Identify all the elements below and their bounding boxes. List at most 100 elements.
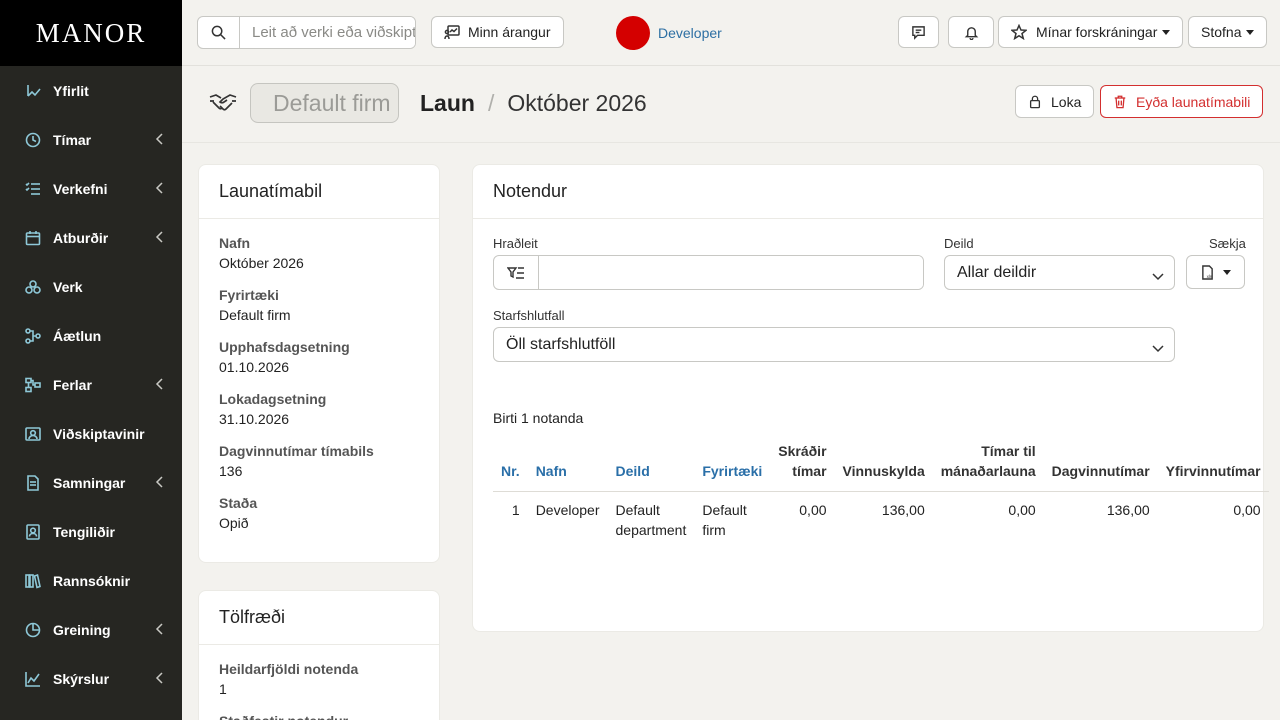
sidebar-item-10[interactable]: Tengiliðir	[0, 507, 182, 556]
column-header: Dagvinnutímar	[1043, 441, 1158, 492]
period-fields: Nafn Október 2026 Fyrirtæki Default firm Upp…	[199, 219, 439, 531]
chevron-down-icon	[1223, 269, 1231, 275]
breadcrumb-title[interactable]: Laun	[420, 90, 475, 117]
period-card: Launatímabil Nafn Október 2026 Fyrirtæki De…	[198, 164, 440, 563]
stats-card-title: Tölfræði	[199, 591, 439, 645]
analysis-icon	[25, 622, 41, 638]
sidebar-item-9[interactable]: Samningar	[0, 458, 182, 507]
column-header[interactable]: Deild	[607, 441, 695, 492]
messages-button[interactable]	[898, 16, 939, 48]
brand-logo[interactable]: MANOR	[0, 0, 182, 66]
users-card-title: Notendur	[473, 165, 1263, 219]
chat-icon	[912, 25, 925, 40]
my-results-button[interactable]: Minn árangur	[431, 16, 564, 48]
sidebar-item-3[interactable]: Verkefni	[0, 164, 182, 213]
department-select[interactable]: Allar deildir	[944, 255, 1175, 290]
column-header[interactable]: Nafn	[527, 441, 608, 492]
stats-fields: Heildarfjöldi notenda 1 Staðfestir notendu…	[199, 645, 439, 720]
sidebar-item-2[interactable]: Tímar	[0, 115, 182, 164]
sidebar: MANOR Yfirlit Tímar Verkefni Atburðir Verk Áæ…	[0, 0, 182, 720]
my-results-label: Minn árangur	[468, 24, 551, 40]
sidebar-item-13[interactable]: Skýrslur	[0, 654, 182, 703]
field: Lokadagsetning 31.10.2026	[199, 391, 439, 427]
column-header[interactable]: Nr.	[493, 441, 528, 492]
firm-selector[interactable]: Default firm	[250, 83, 399, 123]
user-name: Developer	[658, 25, 722, 41]
field-label: Heildarfjöldi notenda	[219, 661, 359, 677]
task-list-icon	[25, 181, 41, 197]
period-card-title: Launatímabil	[199, 165, 439, 219]
employment-label: Starfshlutfall	[493, 308, 565, 323]
sidebar-item-8[interactable]: Viðskiptavinir	[0, 409, 182, 458]
star-icon	[1011, 24, 1027, 40]
field-value: Opið	[219, 515, 249, 531]
notifications-button[interactable]	[948, 16, 994, 48]
avatar	[616, 16, 650, 50]
chevron-left-icon	[155, 622, 165, 636]
sidebar-item-label: Tímar	[53, 131, 92, 148]
sidebar-item-4[interactable]: Atburðir	[0, 213, 182, 262]
chevron-down-icon	[1152, 268, 1164, 281]
column-header[interactable]: Fyrirtæki	[694, 441, 771, 492]
breadcrumb-period: Október 2026	[507, 90, 647, 116]
sidebar-item-label: Tengiliðir	[53, 523, 115, 540]
sidebar-item-label: Verk	[53, 278, 83, 295]
field: Fyrirtæki Default firm	[199, 287, 439, 323]
research-icon	[25, 573, 41, 589]
table-cell: Default firm	[702, 502, 747, 538]
sidebar-item-12[interactable]: Greining	[0, 605, 182, 654]
reports-icon	[25, 671, 41, 687]
field-value: 01.10.2026	[219, 359, 290, 375]
field-label: Nafn	[219, 235, 251, 251]
delete-label: Eyða launatímabili	[1136, 93, 1251, 110]
breadcrumb: Laun / Október 2026	[420, 90, 647, 117]
sidebar-item-6[interactable]: Áætlun	[0, 311, 182, 360]
sidebar-item-5[interactable]: Verk	[0, 262, 182, 311]
table-cell: 0,00	[799, 502, 827, 518]
search-button[interactable]	[198, 17, 240, 48]
result-count: Birti 1 notanda	[493, 410, 584, 426]
employment-value: Öll starfshlutföll	[506, 335, 616, 353]
quick-search-label: Hraðleit	[493, 236, 538, 251]
sidebar-item-label: Verkefni	[53, 180, 108, 197]
table-cell: Default department	[615, 502, 687, 538]
search-icon	[211, 25, 226, 40]
table-cell: 1	[511, 502, 520, 518]
sidebar-item-7[interactable]: Ferlar	[0, 360, 182, 409]
bookmarks-dropdown[interactable]: Mínar forskráningar	[998, 16, 1184, 48]
chevron-down-icon	[1246, 29, 1255, 35]
sidebar-item-label: Atburðir	[53, 229, 109, 246]
field: Heildarfjöldi notenda 1	[199, 661, 439, 697]
sidebar-item-1[interactable]: Yfirlit	[0, 66, 182, 115]
create-dropdown[interactable]: Stofna	[1188, 16, 1268, 48]
table-header-row: Nr. Nafn Deild Fyrirtæki Skráðir tímar Vinnus…	[493, 441, 1269, 492]
table-cell: 0,00	[1233, 502, 1261, 518]
plan-icon	[25, 327, 41, 344]
lock-icon	[1029, 95, 1041, 109]
field: Nafn Október 2026	[199, 235, 439, 271]
overview-icon	[25, 83, 41, 99]
filter-button[interactable]	[494, 256, 539, 289]
field-value: 136	[219, 463, 243, 479]
delete-period-button[interactable]: Eyða launatímabili	[1100, 85, 1264, 118]
lock-label: Loka	[1051, 93, 1082, 110]
table-cell: 136,00	[881, 502, 925, 518]
lock-button[interactable]: Loka	[1015, 85, 1095, 118]
field-value: 31.10.2026	[219, 411, 290, 427]
field: Upphafsdagsetning 01.10.2026	[199, 339, 439, 375]
column-header: Skráðir tímar	[770, 441, 835, 492]
sidebar-item-label: Rannsóknir	[53, 572, 131, 589]
table-row[interactable]: 1 Developer Default department Default firm…	[493, 492, 1269, 549]
sidebar-item-11[interactable]: Rannsóknir	[0, 556, 182, 605]
presentation-icon	[444, 25, 460, 40]
field: Staðfestir notendur	[199, 713, 439, 720]
employment-select[interactable]: Öll starfshlutföll	[493, 327, 1175, 362]
download-button[interactable]: xls	[1186, 255, 1245, 289]
search-input[interactable]	[240, 17, 415, 48]
create-label: Stofna	[1201, 24, 1242, 40]
current-user[interactable]: Developer	[616, 16, 722, 50]
quick-search-input[interactable]	[539, 256, 923, 289]
contacts-icon	[25, 523, 41, 540]
trash-icon	[1114, 95, 1126, 109]
field-label: Upphafsdagsetning	[219, 339, 350, 355]
